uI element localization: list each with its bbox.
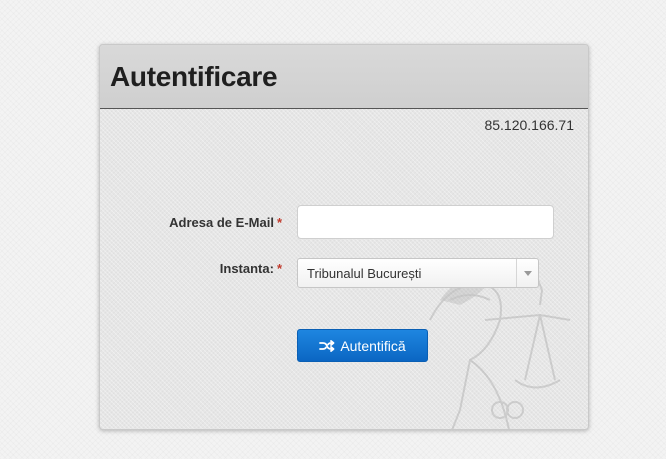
chevron-down-icon: [524, 271, 532, 276]
login-button[interactable]: Autentifică: [297, 329, 428, 362]
select-arrow[interactable]: [516, 259, 538, 287]
instanta-selected-value: Tribunalul București: [307, 266, 422, 281]
email-field[interactable]: [297, 205, 554, 239]
ip-address: 85.120.166.71: [484, 117, 574, 133]
panel-header: Autentificare: [100, 45, 588, 109]
email-label: Adresa de E-Mail *: [169, 215, 282, 230]
required-marker: *: [276, 261, 282, 276]
page-title: Autentificare: [110, 61, 278, 92]
shuffle-icon: [319, 339, 335, 352]
login-button-label: Autentifică: [340, 337, 406, 354]
instanta-select[interactable]: Tribunalul București: [297, 258, 539, 288]
login-panel: Autentificare 85.120.166.71 Adresa de E-…: [99, 44, 589, 430]
instanta-label: Instanta: *: [219, 261, 282, 276]
required-marker: *: [276, 215, 282, 230]
